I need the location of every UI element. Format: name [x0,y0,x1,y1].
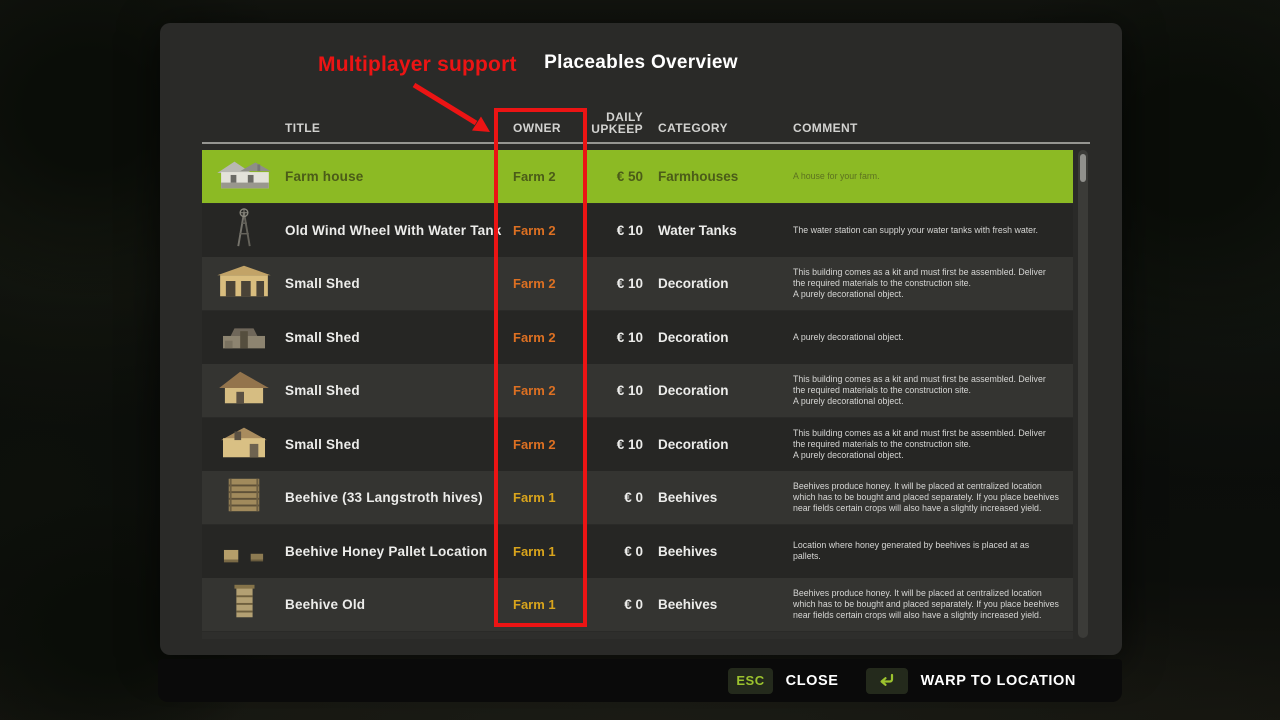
placeable-category: Beehives [643,544,790,559]
placeable-category: Farmhouses [643,169,790,184]
placeable-category: Decoration [643,383,790,398]
scrollbar-track[interactable] [1078,150,1088,638]
placeable-title: Small Shed [285,383,513,398]
placeable-daily-upkeep: € 10 [585,437,643,452]
annotation-arrow-icon [402,80,502,138]
placeable-comment: This building comes as a kit and must fi… [790,428,1073,461]
shed-pointed-icon [213,367,275,414]
annotation-label: Multiplayer support [318,53,517,77]
placeable-comment: Beehives produce honey. It will be place… [790,588,1073,621]
table-row[interactable]: Old Wind Wheel With Water Tank Farm 2 € … [202,204,1073,257]
table-row[interactable]: Small Shed Farm 2 € 10 Decoration This b… [202,418,1073,471]
beehive-old-icon [213,581,275,628]
table-row[interactable]: Farm house Farm 2 € 50 Farmhouses A hous… [202,150,1073,203]
placeable-daily-upkeep: € 0 [585,490,643,505]
placeable-category: Decoration [643,276,790,291]
farmhouse-icon [213,153,275,200]
shed-kit-icon [213,260,275,307]
dialog-title: Placeables Overview [160,52,1122,74]
placeable-comment: Location where honey generated by beehiv… [790,540,1073,562]
placeable-daily-upkeep: € 10 [585,383,643,398]
return-arrow-icon[interactable] [866,668,908,694]
placeable-daily-upkeep: € 10 [585,223,643,238]
placeable-title: Old Wind Wheel With Water Tank [285,223,513,238]
placeables-overview-dialog: Placeables Overview TITLE OWNER DAILY UP… [160,23,1122,655]
placeable-category: Beehives [643,597,790,612]
table-row[interactable]: Beehive Honey Pallet Location Farm 1 € 0… [202,525,1073,578]
beehive-rack-icon [213,474,275,521]
placeable-comment: A house for your farm. [790,171,1073,182]
placeable-title: Small Shed [285,437,513,452]
shed-barn-icon [213,421,275,468]
placeable-comment: This building comes as a kit and must fi… [790,267,1073,300]
table-row[interactable]: Beehive Old Farm 1 € 0 Beehives Beehives… [202,578,1073,631]
warp-to-location-action[interactable]: WARP TO LOCATION [866,668,1076,694]
placeable-title: Beehive Honey Pallet Location [285,544,513,559]
table-row[interactable]: Small Shed Farm 2 € 10 Decoration This b… [202,257,1073,310]
column-header-category: CATEGORY [643,121,790,135]
table-row[interactable]: Small Shed Farm 2 € 10 Decoration A pure… [202,311,1073,364]
placeable-comment: The water station can supply your water … [790,225,1073,236]
placeable-daily-upkeep: € 0 [585,544,643,559]
honey-pallet-icon [213,528,275,575]
placeable-daily-upkeep: € 10 [585,276,643,291]
placeables-list: Farm house Farm 2 € 50 Farmhouses A hous… [202,150,1073,632]
placeable-title: Small Shed [285,276,513,291]
placeable-comment: Beehives produce honey. It will be place… [790,481,1073,514]
table-row[interactable]: Small Shed Farm 2 € 10 Decoration This b… [202,364,1073,417]
placeable-title: Beehive Old [285,597,513,612]
placeable-daily-upkeep: € 50 [585,169,643,184]
table-row[interactable]: Beehive (33 Langstroth hives) Farm 1 € 0… [202,471,1073,524]
placeable-title: Small Shed [285,330,513,345]
esc-key-badge[interactable]: ESC [728,668,772,694]
placeable-title: Beehive (33 Langstroth hives) [285,490,513,505]
close-action[interactable]: ESC CLOSE [728,668,838,694]
column-header-comment: COMMENT [790,121,1090,135]
placeable-comment: A purely decorational object. [790,332,1073,343]
annotation-owner-highlight-box [494,108,587,627]
placeable-comment: This building comes as a kit and must fi… [790,374,1073,407]
wind-wheel-icon [213,207,275,254]
shed-ruin-icon [213,314,275,361]
warp-to-location-label: WARP TO LOCATION [921,673,1076,689]
placeable-title: Farm house [285,169,513,184]
column-header-daily-upkeep: DAILY UPKEEP [585,111,643,135]
scrollbar-thumb[interactable] [1080,154,1086,182]
placeable-category: Decoration [643,330,790,345]
placeable-daily-upkeep: € 10 [585,330,643,345]
footer-bar: ESC CLOSE WARP TO LOCATION [158,659,1122,702]
placeable-category: Decoration [643,437,790,452]
close-label: CLOSE [786,673,839,689]
placeable-category: Beehives [643,490,790,505]
placeable-daily-upkeep: € 0 [585,597,643,612]
table-header: TITLE OWNER DAILY UPKEEP CATEGORY COMMEN… [202,111,1090,144]
placeable-category: Water Tanks [643,223,790,238]
table-row-partial[interactable] [202,632,1073,639]
